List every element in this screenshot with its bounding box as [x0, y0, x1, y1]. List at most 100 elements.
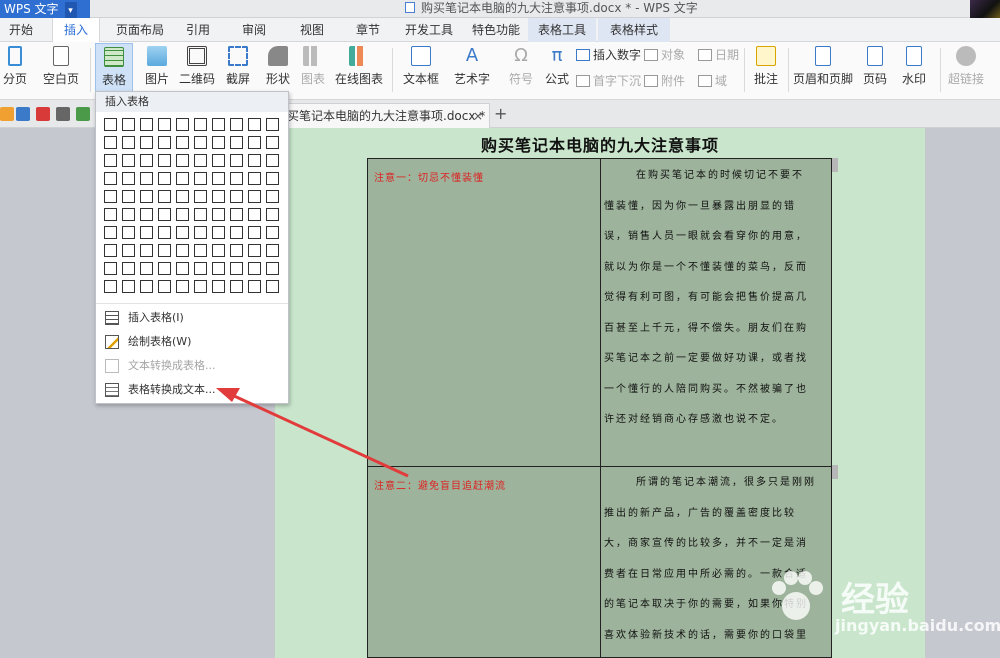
grid-cell[interactable] — [194, 244, 207, 257]
grid-cell[interactable] — [158, 154, 171, 167]
grid-cell[interactable] — [158, 208, 171, 221]
grid-cell[interactable] — [212, 172, 225, 185]
grid-cell[interactable] — [122, 226, 135, 239]
tab-page-layout[interactable]: 页面布局 — [108, 18, 172, 42]
grid-cell[interactable] — [248, 118, 261, 131]
grid-cell[interactable] — [212, 118, 225, 131]
grid-cell[interactable] — [176, 226, 189, 239]
grid-cell[interactable] — [266, 262, 279, 275]
grid-cell[interactable] — [140, 118, 153, 131]
grid-cell[interactable] — [104, 118, 117, 131]
grid-cell[interactable] — [140, 172, 153, 185]
grid-cell[interactable] — [158, 226, 171, 239]
grid-cell[interactable] — [104, 226, 117, 239]
grid-cell[interactable] — [140, 190, 153, 203]
grid-cell[interactable] — [158, 262, 171, 275]
grid-cell[interactable] — [176, 280, 189, 293]
grid-cell[interactable] — [140, 208, 153, 221]
document-table[interactable]: 注意一：切忌不懂装懂 在购买笔记本的时候切记不要不 懂装懂，因为你一旦暴露出朋显… — [367, 158, 833, 658]
symbol-button[interactable]: Ω 符号 — [504, 46, 538, 87]
grid-cell[interactable] — [104, 190, 117, 203]
qrcode-button[interactable]: 二维码 — [178, 46, 216, 87]
chart-button[interactable]: 图表 — [300, 46, 326, 87]
grid-cell[interactable] — [212, 262, 225, 275]
grid-cell[interactable] — [194, 262, 207, 275]
field-button[interactable]: 域 — [698, 72, 727, 90]
grid-cell[interactable] — [230, 190, 243, 203]
grid-cell[interactable] — [158, 190, 171, 203]
tab-insert[interactable]: 插入 — [52, 18, 100, 43]
grid-cell[interactable] — [248, 190, 261, 203]
grid-cell[interactable] — [266, 226, 279, 239]
open-folder-icon[interactable] — [0, 107, 14, 121]
grid-cell[interactable] — [176, 190, 189, 203]
grid-cell[interactable] — [230, 118, 243, 131]
grid-cell[interactable] — [176, 154, 189, 167]
grid-cell[interactable] — [266, 280, 279, 293]
grid-cell[interactable] — [122, 244, 135, 257]
grid-cell[interactable] — [212, 226, 225, 239]
grid-cell[interactable] — [176, 118, 189, 131]
grid-cell[interactable] — [176, 136, 189, 149]
grid-cell[interactable] — [104, 262, 117, 275]
new-tab-button[interactable]: + — [494, 104, 507, 123]
shapes-button[interactable]: 形状 — [260, 46, 296, 87]
grid-cell[interactable] — [266, 190, 279, 203]
table-resize-handle[interactable] — [832, 465, 838, 479]
grid-cell[interactable] — [104, 154, 117, 167]
hyperlink-button[interactable]: 超链接 — [946, 46, 986, 87]
grid-cell[interactable] — [212, 244, 225, 257]
tab-table-tools[interactable]: 表格工具 — [528, 18, 596, 42]
grid-cell[interactable] — [140, 244, 153, 257]
grid-cell[interactable] — [212, 136, 225, 149]
close-icon[interactable]: × — [473, 104, 483, 128]
text-to-table-menu-item[interactable]: 文本转换成表格... — [96, 354, 288, 378]
app-menu-button[interactable]: WPS 文字 ▾ — [0, 0, 90, 20]
blank-page-button[interactable]: 空白页 — [36, 46, 86, 87]
grid-cell[interactable] — [194, 208, 207, 221]
screenshot-button[interactable]: 截屏 — [220, 46, 256, 87]
grid-cell[interactable] — [158, 172, 171, 185]
grid-cell[interactable] — [248, 172, 261, 185]
grid-cell[interactable] — [140, 154, 153, 167]
save-icon[interactable] — [16, 107, 30, 121]
grid-cell[interactable] — [176, 244, 189, 257]
export-pdf-icon[interactable] — [36, 107, 50, 121]
grid-cell[interactable] — [194, 190, 207, 203]
watermark-button[interactable]: 水印 — [896, 46, 932, 87]
grid-cell[interactable] — [122, 208, 135, 221]
grid-cell[interactable] — [194, 118, 207, 131]
grid-cell[interactable] — [194, 226, 207, 239]
tab-home[interactable]: 开始 — [0, 18, 42, 42]
avatar[interactable] — [970, 0, 1000, 18]
wordart-button[interactable]: A 艺术字 — [448, 46, 496, 87]
tab-view[interactable]: 视图 — [292, 18, 332, 42]
table-button[interactable]: 表格 — [95, 43, 133, 93]
online-chart-button[interactable]: 在线图表 — [332, 46, 386, 87]
grid-cell[interactable] — [212, 280, 225, 293]
grid-cell[interactable] — [122, 154, 135, 167]
date-button[interactable]: 日期 — [698, 46, 739, 64]
grid-cell[interactable] — [230, 244, 243, 257]
print-preview-icon[interactable] — [76, 107, 90, 121]
grid-cell[interactable] — [158, 244, 171, 257]
grid-cell[interactable] — [248, 262, 261, 275]
tab-review[interactable]: 审阅 — [234, 18, 274, 42]
grid-cell[interactable] — [266, 244, 279, 257]
grid-cell[interactable] — [212, 154, 225, 167]
table-resize-handle[interactable] — [832, 158, 838, 172]
grid-cell[interactable] — [266, 172, 279, 185]
grid-cell[interactable] — [194, 154, 207, 167]
grid-cell[interactable] — [266, 154, 279, 167]
attachment-button[interactable]: 附件 — [644, 72, 685, 90]
grid-cell[interactable] — [212, 208, 225, 221]
object-button[interactable]: 对象 — [644, 46, 685, 64]
table-to-text-menu-item[interactable]: 表格转换成文本... — [96, 378, 288, 402]
grid-cell[interactable] — [230, 262, 243, 275]
tab-references[interactable]: 引用 — [178, 18, 218, 42]
comment-button[interactable]: 批注 — [750, 46, 782, 87]
grid-cell[interactable] — [104, 280, 117, 293]
grid-cell[interactable] — [104, 136, 117, 149]
grid-cell[interactable] — [248, 208, 261, 221]
grid-cell[interactable] — [176, 208, 189, 221]
